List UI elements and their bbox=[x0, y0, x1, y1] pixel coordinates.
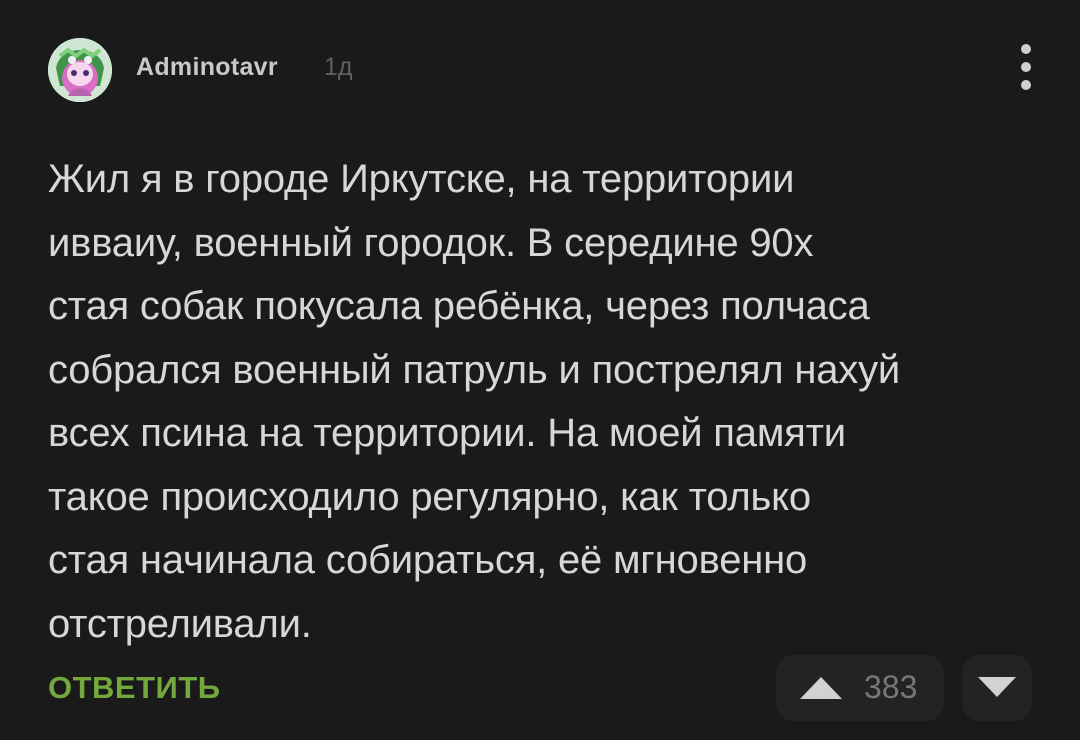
comment-body: Жил я в городе Иркутске, на территории и… bbox=[48, 157, 901, 646]
downvote-arrow-icon[interactable] bbox=[976, 675, 1018, 699]
more-vertical-icon[interactable] bbox=[1014, 44, 1038, 90]
upvote-arrow-icon[interactable] bbox=[798, 675, 844, 701]
reply-button[interactable]: ОТВЕТИТЬ bbox=[48, 670, 221, 706]
avatar-image bbox=[48, 38, 112, 102]
rating-count: 383 bbox=[864, 669, 918, 705]
author-name[interactable]: Adminotavr bbox=[136, 53, 278, 82]
avatar[interactable] bbox=[48, 38, 112, 102]
comment-timestamp: 1д bbox=[324, 53, 353, 81]
vote-panel: 383 bbox=[776, 655, 944, 721]
comment-header: Adminotavr 1д bbox=[48, 38, 1038, 102]
downvote-button[interactable] bbox=[962, 655, 1032, 721]
